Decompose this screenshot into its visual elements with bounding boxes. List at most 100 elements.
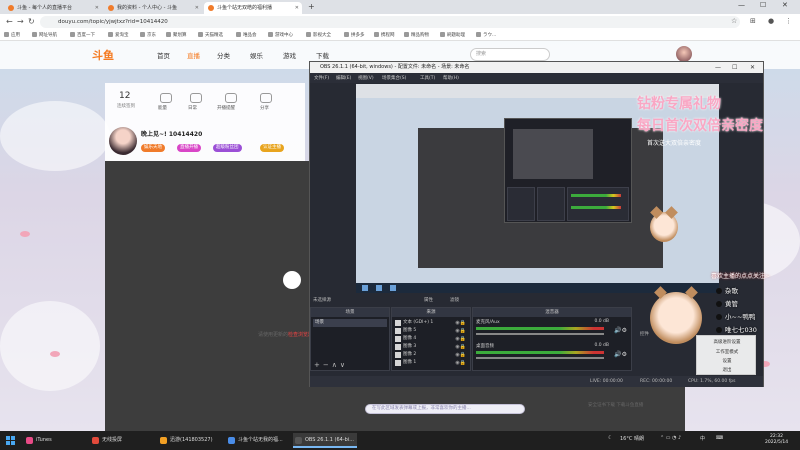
source-item[interactable]: 文本 (GDI+) 1 ◉🔒 (394, 319, 468, 327)
taskbar-clock[interactable]: 22:32 2022/5/14 (765, 434, 788, 446)
taskbar-itunes[interactable]: iTunes (24, 433, 84, 448)
close-window-icon[interactable]: ✕ (782, 1, 788, 9)
obs-menu-help[interactable]: 帮助(H) (443, 75, 459, 81)
properties-button[interactable]: 属性 (424, 297, 433, 303)
obs-menu-scene-collection[interactable]: 场景集合(S) (382, 75, 406, 81)
close-tab-icon[interactable]: ✕ (195, 2, 199, 14)
source-item[interactable]: 图像 5 ◉🔒 (394, 327, 468, 335)
room-tag[interactable]: 认证主播 (260, 144, 284, 152)
visibility-lock-icon[interactable]: ◉🔒 (455, 351, 466, 359)
petal-decoration (50, 351, 60, 357)
new-tab-button[interactable]: + (308, 2, 315, 11)
menu-item[interactable]: 工作室模式 (697, 349, 757, 355)
menu-item[interactable]: 设置 (697, 358, 757, 364)
weather-text[interactable]: 16°C 晴朗 (620, 435, 644, 442)
bookmark-item[interactable]: 刷题助理 (440, 31, 465, 40)
nav-live[interactable]: 直播 (187, 50, 200, 60)
ime-icon[interactable]: ⌨ (716, 435, 723, 441)
speaker-icon[interactable]: 🔊⚙ (614, 351, 627, 358)
bookmark-item[interactable]: 精品购物 (404, 31, 429, 40)
filters-button[interactable]: 滤镜 (450, 297, 459, 303)
obs-menu-edit[interactable]: 编辑(E) (336, 75, 351, 81)
close-tab-icon[interactable]: ✕ (95, 2, 99, 14)
maximize-window-icon[interactable]: ☐ (760, 1, 766, 9)
volume-slider[interactable] (476, 357, 604, 359)
promo-text-1: 钻粉专属礼物 (637, 96, 721, 112)
source-item[interactable]: 图像 4 ◉🔒 (394, 335, 468, 343)
bookmark-item[interactable]: 聚划算 (166, 31, 187, 40)
bookmark-item[interactable]: ラウ... (476, 31, 496, 40)
user-avatar[interactable] (676, 46, 692, 62)
taskbar-xunyou[interactable]: 迅游(141803527) (158, 433, 222, 448)
menu-item[interactable]: 退出 (697, 367, 757, 373)
language-indicator[interactable]: 中 (700, 435, 705, 442)
obs-minimize-icon[interactable]: — (715, 62, 721, 73)
taskbar-browser[interactable]: 斗鱼个站无我的福... (226, 433, 290, 448)
source-item[interactable]: 图像 2 ◉🔒 (394, 351, 468, 359)
room-tag[interactable]: 超级粉丝团 (213, 144, 242, 152)
room-tag[interactable]: 娱乐天地 (141, 144, 165, 152)
bookmark-item[interactable]: 京东 (140, 31, 156, 40)
speaker-icon[interactable]: 🔊⚙ (614, 327, 627, 334)
tray-icons[interactable]: ⌃ ▭ ◔ ♪ (660, 435, 681, 441)
back-icon[interactable]: ← (6, 17, 13, 26)
browser-tab-2[interactable]: 我的资料 - 个人中心 - 斗鱼 ✕ (104, 2, 202, 14)
nav-entertainment[interactable]: 娱乐 (250, 50, 263, 60)
visibility-lock-icon[interactable]: ◉🔒 (455, 359, 466, 367)
scene-toolbar[interactable]: +−∧∨ (314, 361, 348, 369)
bookmark-item[interactable]: 游戏中心 (268, 31, 293, 40)
obs-maximize-icon[interactable]: ☐ (732, 62, 737, 73)
share-icon[interactable] (260, 93, 272, 103)
alarm-icon[interactable] (225, 93, 237, 103)
visibility-lock-icon[interactable]: ◉🔒 (455, 327, 466, 335)
source-item[interactable]: 图像 3 ◉🔒 (394, 343, 468, 351)
obs-menu-file[interactable]: 文件(F) (314, 75, 329, 81)
close-tab-icon[interactable]: ✕ (295, 2, 299, 14)
profile-icon[interactable]: ● (768, 17, 774, 25)
bookmark-item[interactable]: 爱淘宝 (108, 31, 129, 40)
visibility-lock-icon[interactable]: ◉🔒 (455, 343, 466, 351)
scene-item[interactable]: 场景 (313, 319, 387, 327)
browser-tab-3[interactable]: 斗鱼个站无双皓的福利播 ✕ (204, 2, 302, 14)
taskbar-screencast[interactable]: 无线投屏 (90, 433, 152, 448)
extensions-icon[interactable]: ⊞ (750, 17, 756, 25)
bookmark-item[interactable]: 唯品会 (236, 31, 257, 40)
browser-tab-1[interactable]: 斗鱼 - 每个人的直播平台 ✕ (4, 2, 102, 14)
daily-icon[interactable] (190, 93, 202, 103)
douyu-logo[interactable]: 斗鱼 (92, 47, 114, 63)
visibility-lock-icon[interactable]: ◉🔒 (455, 319, 466, 327)
nav-home[interactable]: 首页 (157, 50, 170, 60)
bookmark-item[interactable]: 影视大全 (306, 31, 331, 40)
menu-icon[interactable]: ⋮ (785, 17, 792, 25)
weather-icon[interactable]: ☾ (608, 435, 612, 441)
bookmark-item[interactable]: 应用 (4, 31, 20, 40)
room-tag[interactable]: 直播开播 (177, 144, 201, 152)
forward-icon[interactable]: → (17, 17, 24, 26)
minimize-window-icon[interactable]: — (738, 1, 745, 9)
volume-slider[interactable] (476, 333, 604, 335)
obs-close-icon[interactable]: ✕ (750, 62, 755, 73)
nav-category[interactable]: 分类 (217, 50, 230, 60)
obs-menu-tools[interactable]: 工具(T) (420, 75, 435, 81)
star-icon[interactable]: ☆ (731, 17, 737, 25)
nav-games[interactable]: 游戏 (283, 50, 296, 60)
energy-icon[interactable] (160, 93, 172, 103)
url-input[interactable]: douyu.com/topic/yjwjtxz?rid=10414420 (40, 16, 740, 28)
windows-start-icon[interactable] (6, 436, 15, 445)
obs-menu-view[interactable]: 视图(V) (358, 75, 374, 81)
bookmark-item[interactable]: 百度一下 (70, 31, 95, 40)
bookmark-item[interactable]: 天猫精选 (198, 31, 223, 40)
danmu-input[interactable]: 在写此区域发表弹幕或上报，非常喜欢你的主播... (365, 404, 525, 414)
bookmark-item[interactable]: 拼多多 (344, 31, 365, 40)
reload-icon[interactable]: ↻ (28, 17, 35, 26)
bookmark-item[interactable]: 网址导航 (32, 31, 57, 40)
taskbar-obs[interactable]: OBS 26.1.1 (64-bi... (293, 433, 357, 448)
bookmark-item[interactable]: 携程网 (374, 31, 395, 40)
streamer-avatar[interactable] (109, 127, 137, 155)
source-item[interactable]: 图像 1 ◉🔒 (394, 359, 468, 367)
visibility-lock-icon[interactable]: ◉🔒 (455, 335, 466, 343)
nav-download[interactable]: 下载 (316, 50, 329, 60)
menu-item[interactable]: 高级进阶设置 (697, 339, 757, 345)
download-links[interactable]: 安全证书下载 下载斗鱼直播 (588, 402, 643, 408)
search-input[interactable]: 搜索 (470, 48, 550, 61)
